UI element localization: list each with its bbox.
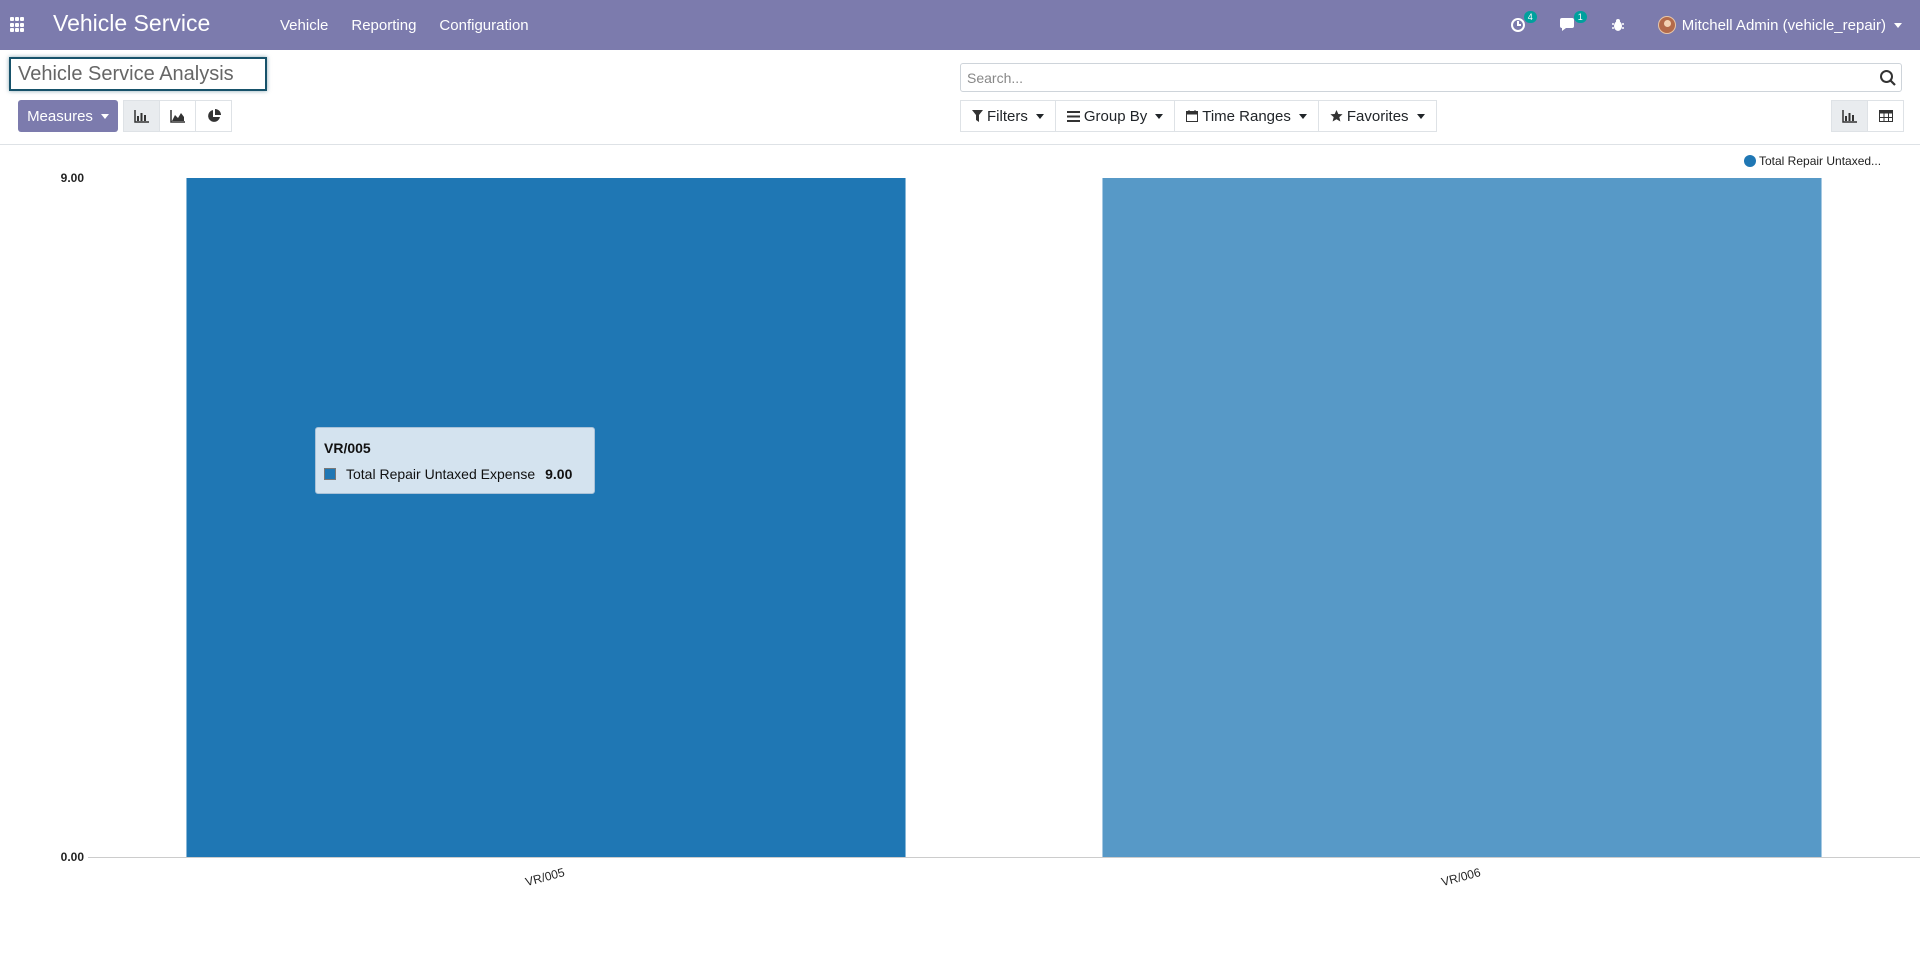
chevron-down-icon — [1298, 113, 1307, 119]
x-tick-label: VR/005 — [524, 865, 567, 889]
app-brand[interactable]: Vehicle Service — [53, 10, 210, 37]
chevron-down-icon — [100, 113, 109, 119]
time-ranges-label: Time Ranges — [1202, 107, 1291, 125]
chevron-down-icon — [1894, 22, 1902, 28]
bar-chart-button[interactable] — [123, 100, 160, 132]
graph-view-button[interactable] — [1831, 100, 1868, 132]
y-tick-label: 0.00 — [61, 850, 85, 864]
activities-icon[interactable]: 4 — [1508, 11, 1537, 35]
x-tick-label: VR/006 — [1440, 865, 1483, 889]
search-input[interactable] — [961, 64, 1861, 91]
legend-label: Total Repair Untaxed... — [1759, 154, 1881, 168]
messages-badge: 1 — [1573, 11, 1587, 23]
top-navbar: Vehicle Service Vehicle Reporting Config… — [0, 0, 1920, 50]
area-chart-icon — [170, 109, 185, 123]
chart-tooltip: VR/005 Total Repair Untaxed Expense 9.00 — [315, 427, 595, 494]
search-box — [960, 63, 1902, 92]
pivot-view-button[interactable] — [1867, 100, 1904, 132]
pie-chart-button[interactable] — [195, 100, 232, 132]
chevron-down-icon — [1416, 113, 1425, 119]
search-icon[interactable] — [1879, 69, 1897, 87]
favorites-button[interactable]: Favorites — [1317, 100, 1437, 132]
search-options: Filters Group By Time Ranges Favorites — [960, 100, 1437, 132]
filters-button[interactable]: Filters — [960, 100, 1056, 132]
menu-item-configuration[interactable]: Configuration — [439, 17, 528, 34]
tooltip-swatch — [324, 468, 336, 480]
chart-bar[interactable] — [1102, 178, 1822, 857]
user-menu[interactable]: Mitchell Admin (vehicle_repair) — [1657, 16, 1902, 34]
view-switcher — [1831, 100, 1904, 132]
chevron-down-icon — [1035, 113, 1044, 119]
filter-icon — [972, 110, 983, 122]
debug-bug-icon[interactable] — [1608, 15, 1628, 35]
systray: 4 1 Mitchell Admin (vehicle_repair) — [1508, 0, 1920, 50]
bar-chart: 0.00 9.00 VR/005 VR/006 Total Repair Untaxed… — [61, 154, 1920, 889]
top-menu: Vehicle Reporting Configuration — [280, 0, 552, 50]
messages-icon[interactable]: 1 — [1558, 11, 1587, 35]
table-icon — [1878, 110, 1893, 122]
filters-label: Filters — [987, 107, 1028, 125]
bar-chart-icon — [1842, 109, 1857, 123]
star-icon — [1330, 110, 1343, 122]
apps-menu-icon[interactable] — [10, 17, 26, 33]
chart-bar[interactable] — [186, 178, 906, 857]
list-icon — [1066, 110, 1080, 122]
group-by-button[interactable]: Group By — [1054, 100, 1176, 132]
menu-item-vehicle[interactable]: Vehicle — [280, 17, 328, 34]
tooltip-series: Total Repair Untaxed Expense — [346, 466, 536, 482]
tooltip-row: Total Repair Untaxed Expense 9.00 — [324, 466, 586, 482]
group-by-label: Group By — [1083, 107, 1148, 125]
chevron-down-icon — [1155, 113, 1164, 119]
measures-label: Measures — [27, 107, 93, 125]
legend-marker — [1744, 155, 1756, 167]
avatar — [1657, 16, 1676, 34]
tooltip-title: VR/005 — [324, 440, 371, 456]
graph-area: 0.00 9.00 VR/005 VR/006 Total Repair Untaxed… — [0, 146, 1920, 968]
bar-chart-icon — [134, 109, 149, 123]
menu-item-reporting[interactable]: Reporting — [351, 17, 416, 34]
favorites-label: Favorites — [1346, 107, 1409, 125]
line-chart-button[interactable] — [159, 100, 196, 132]
tooltip-value: 9.00 — [545, 466, 573, 482]
user-name: Mitchell Admin (vehicle_repair) — [1681, 16, 1886, 34]
chart-type-group — [123, 100, 232, 132]
calendar-icon — [1186, 110, 1199, 122]
time-ranges-button[interactable]: Time Ranges — [1174, 100, 1319, 132]
activities-badge: 4 — [1523, 11, 1537, 23]
page-title[interactable]: Vehicle Service Analysis — [9, 57, 267, 91]
pie-chart-icon — [207, 109, 221, 122]
measures-button[interactable]: Measures — [18, 100, 118, 132]
control-panel: Vehicle Service Analysis Measures Filter… — [0, 50, 1920, 145]
y-tick-label: 9.00 — [61, 171, 85, 185]
